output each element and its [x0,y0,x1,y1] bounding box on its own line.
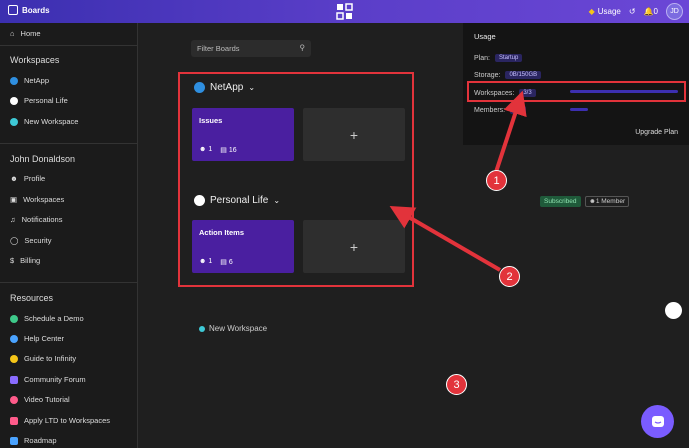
callout-3: 3 [446,374,467,395]
chat-support-button[interactable] [641,405,674,438]
callout-1: 1 [486,170,507,191]
annotation-arrows [389,90,527,272]
chat-icon [651,415,664,427]
arrow-1 [494,90,527,173]
arrow-2 [389,205,502,272]
clickup-fab-icon[interactable] [665,302,682,319]
callout-2: 2 [499,266,520,287]
